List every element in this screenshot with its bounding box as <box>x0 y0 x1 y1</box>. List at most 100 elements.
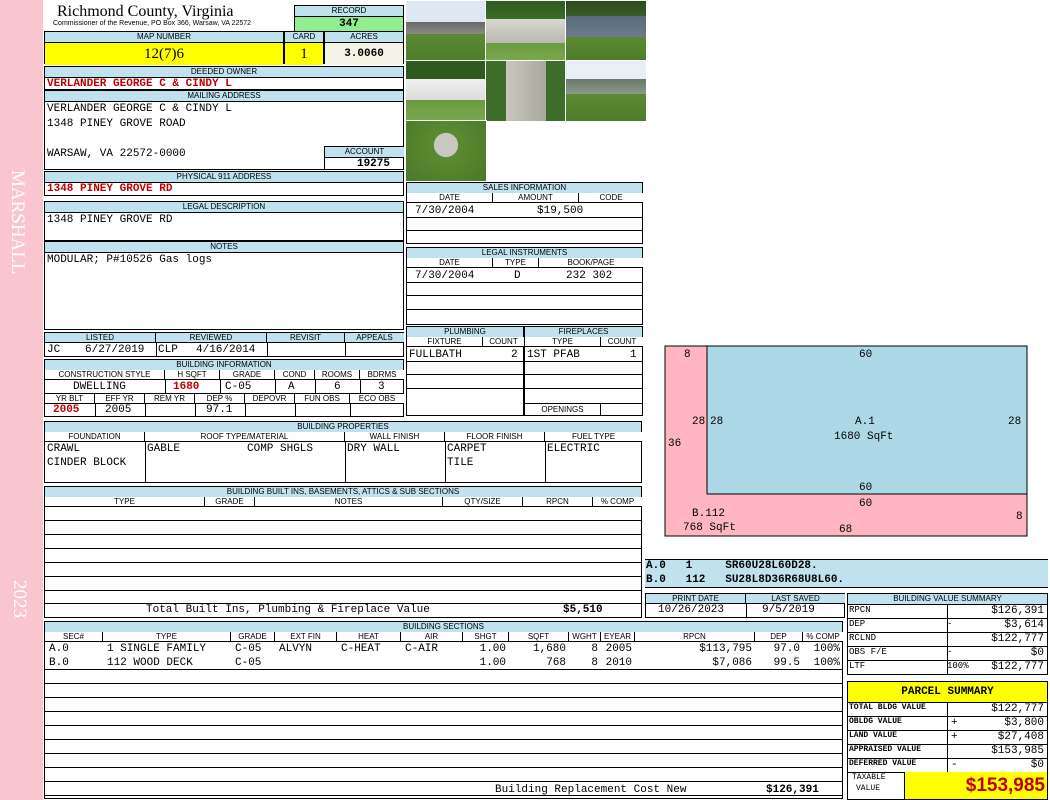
bs-header: TYPE <box>103 632 231 642</box>
legal-instruments-header-bookpage: BOOK/PAGE <box>539 258 643 268</box>
bi-bdrms: 3 <box>378 381 385 393</box>
map-number-label: MAP NUMBER <box>45 32 283 43</box>
fireplaces-row-count: 1 <box>630 349 637 361</box>
sketch-codes: A.0 1 SR60U28L60D28. B.0 112 SU28L8D36R6… <box>645 559 1048 588</box>
bs-cell: 1 SINGLE FAMILY <box>107 643 207 655</box>
taxable-label-1: TAXABLE <box>852 773 886 782</box>
legal-instruments-box: LEGAL INSTRUMENTS DATE TYPE BOOK/PAGE 7/… <box>406 247 643 325</box>
bs-cell: 1.00 <box>479 657 506 669</box>
bs-row-divider <box>45 669 842 670</box>
photo-house-side <box>565 0 647 62</box>
building-info-box: BUILDING INFORMATION CONSTRUCTION STYLE … <box>44 359 404 417</box>
bs-row-divider <box>45 711 842 712</box>
commissioner-address: Commissioner of the Revenue, PO Box 366,… <box>53 20 252 27</box>
deeded-owner-box: DEEDED OWNER VERLANDER GEORGE C & CINDY … <box>44 66 404 90</box>
bs-cell: 100% <box>813 657 840 669</box>
bs-row-divider <box>45 697 842 698</box>
bvs-row-value: $122,777 <box>991 661 1044 673</box>
sketch-deck-inner-left: 28 <box>692 416 705 428</box>
sketch-deck-left-label: 36 <box>668 438 681 450</box>
bi-yrblt: 2005 <box>53 404 80 416</box>
bs-footer-label: Building Replacement Cost New <box>495 784 687 796</box>
property-photos <box>405 0 647 182</box>
bs-header: RPCN <box>635 632 755 642</box>
bs-header: EXT FIN <box>275 632 337 642</box>
ps-row-label: LAND VALUE <box>849 731 898 740</box>
bp-floor-1: CARPET <box>447 443 487 455</box>
notes-box: NOTES MODULAR; P#10526 Gas logs <box>44 241 404 330</box>
legal-instruments-row-date: 7/30/2004 <box>415 270 475 282</box>
print-date-value: 10/26/2023 <box>658 604 725 616</box>
listing-box: LISTED REVIEWED REVISIT APPEALS JC 6/27/… <box>44 332 404 357</box>
bs-header: SQFT <box>509 632 569 642</box>
sales-header-code: CODE <box>579 193 643 203</box>
taxable-value-row: TAXABLE VALUE $153,985 <box>848 772 1047 799</box>
sketch-deck-name: B.112 <box>692 508 725 520</box>
sketch-deck-top-label: 8 <box>684 349 691 361</box>
bi-dep: 97.1 <box>206 404 233 416</box>
plumbing-row-fixture: FULLBATH <box>409 349 462 361</box>
ps-col-divider <box>947 759 948 773</box>
bs-cell: ALVYN <box>279 643 313 655</box>
bs-row-divider <box>45 725 842 726</box>
sales-header-date: DATE <box>407 193 493 203</box>
sales-box: SALES INFORMATION DATE AMOUNT CODE 7/30/… <box>406 182 643 244</box>
bvs-row-label: RPCN <box>849 605 871 615</box>
mailing-address-line3: WARSAW, VA 22572-0000 <box>47 148 186 160</box>
physical-address-box: PHYSICAL 911 ADDRESS 1348 PINEY GROVE RD <box>44 171 404 196</box>
bp-header-fuel: FUEL TYPE <box>545 432 642 442</box>
acres-label: ACRES <box>325 32 403 43</box>
bi-cond: A <box>288 381 295 393</box>
sketch-code-b: B.0 112 SU28L8D36R68U8L60. <box>646 574 845 586</box>
legal-instruments-row-type: D <box>514 270 521 282</box>
building-sketch: 8 60 28 28 28 A.1 1680 SqFt 36 60 60 B.1… <box>664 345 1028 537</box>
bs-header: AIR <box>401 632 463 642</box>
sketch-main-left-label: 28 <box>710 416 723 428</box>
bs-header: WGHT <box>569 632 601 642</box>
map-number-value: 12(7)6 <box>45 43 283 65</box>
print-info-box: PRINT DATE LAST SAVED 10/26/2023 9/5/201… <box>645 593 845 618</box>
building-sections-box: BUILDING SECTIONS SEC# TYPE GRADE EXT FIN HE… <box>44 621 843 799</box>
bs-cell: 1.00 <box>479 643 506 655</box>
ps-row-value: $153,985 <box>991 745 1044 757</box>
listed-by: JC <box>47 344 61 356</box>
county-title: Richmond County, Virginia <box>57 3 234 20</box>
fireplaces-header-type: TYPE <box>525 337 601 347</box>
record-box: RECORD 347 <box>294 5 404 32</box>
legal-instruments-row-bookpage: 232 302 <box>566 270 613 282</box>
bs-row-divider <box>45 683 842 684</box>
legal-description-label: LEGAL DESCRIPTION <box>45 202 403 213</box>
ps-col-divider <box>947 703 948 717</box>
bs-cell: 2010 <box>605 657 632 669</box>
bs-row-divider <box>45 781 842 782</box>
sidebar: MARSHALL 2023 <box>0 0 43 800</box>
bs-header: SEC# <box>45 632 103 642</box>
reviewed-by: CLP <box>158 344 178 356</box>
legal-description-value: 1348 PINEY GROVE RD <box>47 214 173 226</box>
sketch-deck-right-label: 8 <box>1016 511 1023 523</box>
bs-header: HEAT <box>337 632 401 642</box>
bs-cell: B.0 <box>49 657 69 669</box>
taxable-label-2: VALUE <box>856 784 881 793</box>
bs-footer-value: $126,391 <box>766 784 819 796</box>
ps-row-label: DEFERRED VALUE <box>849 759 917 768</box>
bvs-row-label: RCLND <box>849 633 877 643</box>
bi-header-rooms: ROOMS <box>315 370 360 380</box>
bs-row-divider <box>45 795 842 796</box>
bi-header-depovr: DEPOVR <box>245 394 295 404</box>
bi-rooms: 6 <box>334 381 341 393</box>
bvs-label: BUILDING VALUE SUMMARY <box>848 594 1047 605</box>
plumbing-header-count: COUNT <box>483 337 524 347</box>
ps-col-divider <box>947 717 948 731</box>
ps-row-label: APPRAISED VALUE <box>849 745 922 754</box>
fireplaces-openings-label: OPENINGS <box>525 404 601 416</box>
sales-header-amount: AMOUNT <box>493 193 579 203</box>
bp-header-foundation: FOUNDATION <box>45 432 145 442</box>
building-properties-box: BUILDING PROPERTIES FOUNDATION ROOF TYPE… <box>44 421 642 483</box>
reviewed-header: REVIEWED <box>156 333 267 343</box>
photo-fence <box>405 60 487 122</box>
bvs-col-divider <box>947 647 948 661</box>
map-number-box: MAP NUMBER 12(7)6 <box>44 31 284 65</box>
bi-header-funobs: FUN OBS <box>295 394 350 404</box>
record-label: RECORD <box>295 6 403 17</box>
